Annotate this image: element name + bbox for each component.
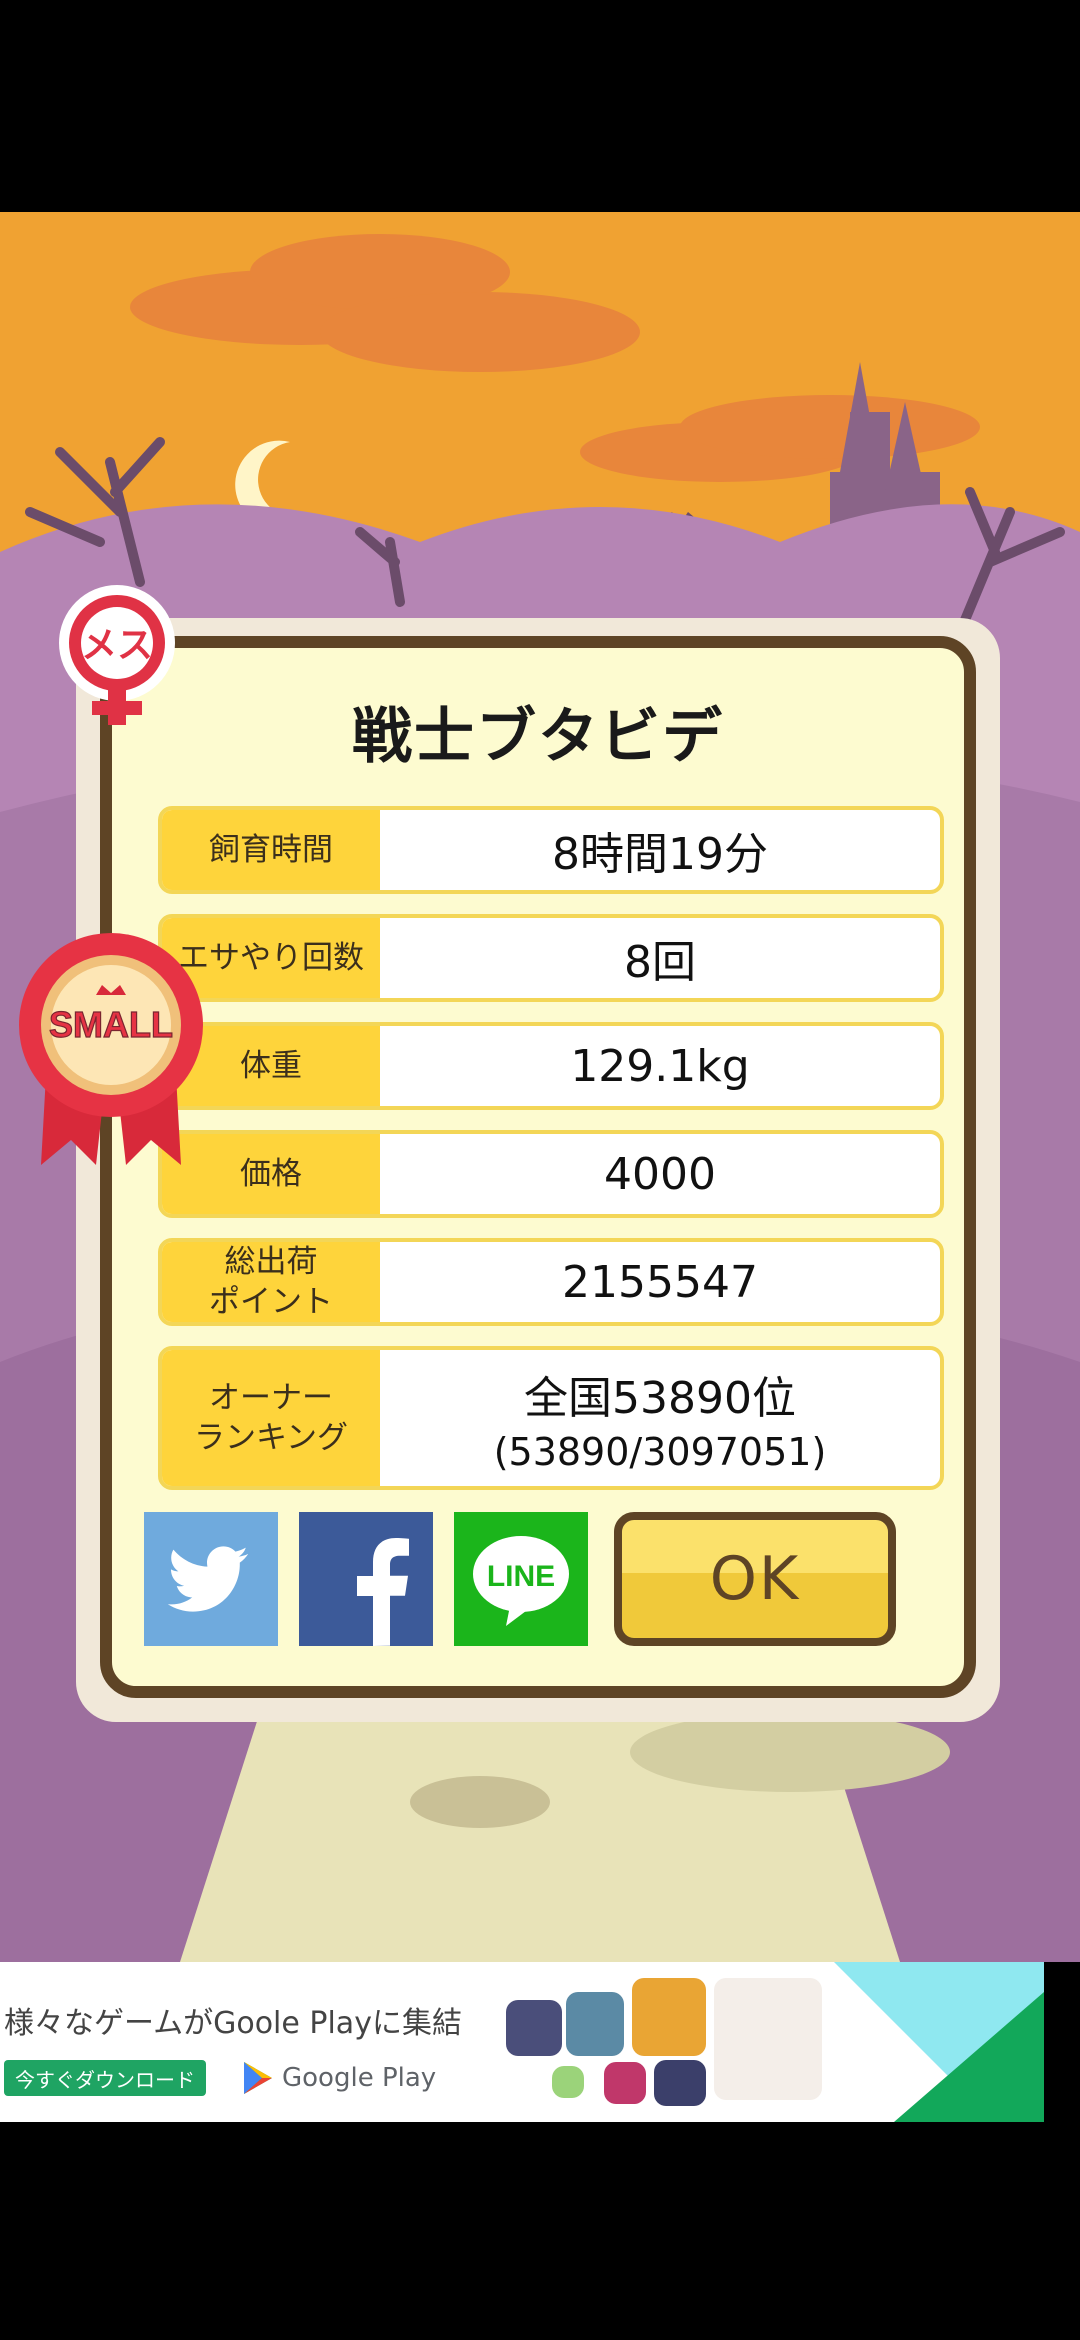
female-badge: メス xyxy=(52,585,182,730)
ad-app-icon xyxy=(506,2000,562,2056)
stat-value: 8時間19分 xyxy=(552,829,768,880)
facebook-share-button[interactable] xyxy=(299,1512,433,1646)
ad-app-icon xyxy=(654,2060,706,2106)
svg-text:SMALL: SMALL xyxy=(49,1004,173,1045)
ad-corner-decoration xyxy=(834,1962,1044,2122)
stat-row-breeding-time: 飼育時間 8時間19分 xyxy=(158,806,944,894)
ad-app-icon xyxy=(714,1978,822,2100)
google-play-label: Google Play xyxy=(282,2063,437,2093)
ad-app-icon xyxy=(552,2066,584,2098)
ad-app-icon xyxy=(566,1992,624,2056)
ad-app-icon xyxy=(632,1978,706,2056)
ad-app-icon xyxy=(604,2062,646,2104)
google-play-logo: Google Play xyxy=(244,2058,436,2098)
ad-banner[interactable]: 様々なゲームがGoole Playに集結 今すぐダウンロード Google Pl… xyxy=(0,1962,1044,2122)
stat-row-shipment-points: 総出荷 ポイント 2155547 xyxy=(158,1238,944,1326)
facebook-f-icon xyxy=(357,1538,409,1646)
ok-button[interactable]: OK xyxy=(614,1512,896,1646)
twitter-bird-icon xyxy=(167,1546,248,1612)
stat-value: 129.1kg xyxy=(570,1040,750,1092)
stat-label: 総出荷 ポイント xyxy=(162,1242,380,1322)
play-store-icon xyxy=(244,2062,272,2094)
ranking-detail: (53890/3097051) xyxy=(493,1430,827,1474)
stat-value: 全国53890位 (53890/3097051) xyxy=(493,1373,827,1474)
stat-label: オーナー ランキング xyxy=(162,1350,380,1486)
stat-row-weight: 体重 129.1kg xyxy=(158,1022,944,1110)
line-icon: LINE xyxy=(473,1536,569,1626)
twitter-share-button[interactable] xyxy=(144,1512,278,1646)
ad-headline: 様々なゲームがGoole Playに集結 xyxy=(4,2006,462,2041)
stat-value: 4000 xyxy=(604,1148,716,1200)
stat-value: 2155547 xyxy=(562,1256,758,1308)
pig-name-title: 戦士ブタビデ xyxy=(352,702,724,772)
stat-value: 8回 xyxy=(624,937,696,988)
svg-text:LINE: LINE xyxy=(487,1560,555,1593)
line-share-button[interactable]: LINE xyxy=(454,1512,588,1646)
stat-row-owner-ranking: オーナー ランキング 全国53890位 (53890/3097051) xyxy=(158,1346,944,1490)
stat-row-price: 価格 4000 xyxy=(158,1130,944,1218)
ad-download-button[interactable]: 今すぐダウンロード xyxy=(4,2060,206,2096)
stat-row-feed-count: エサやり回数 8回 xyxy=(158,914,944,1002)
svg-text:メス: メス xyxy=(81,625,153,666)
stat-label: 飼育時間 xyxy=(162,810,380,890)
small-size-ribbon: SMALL xyxy=(16,925,206,1175)
